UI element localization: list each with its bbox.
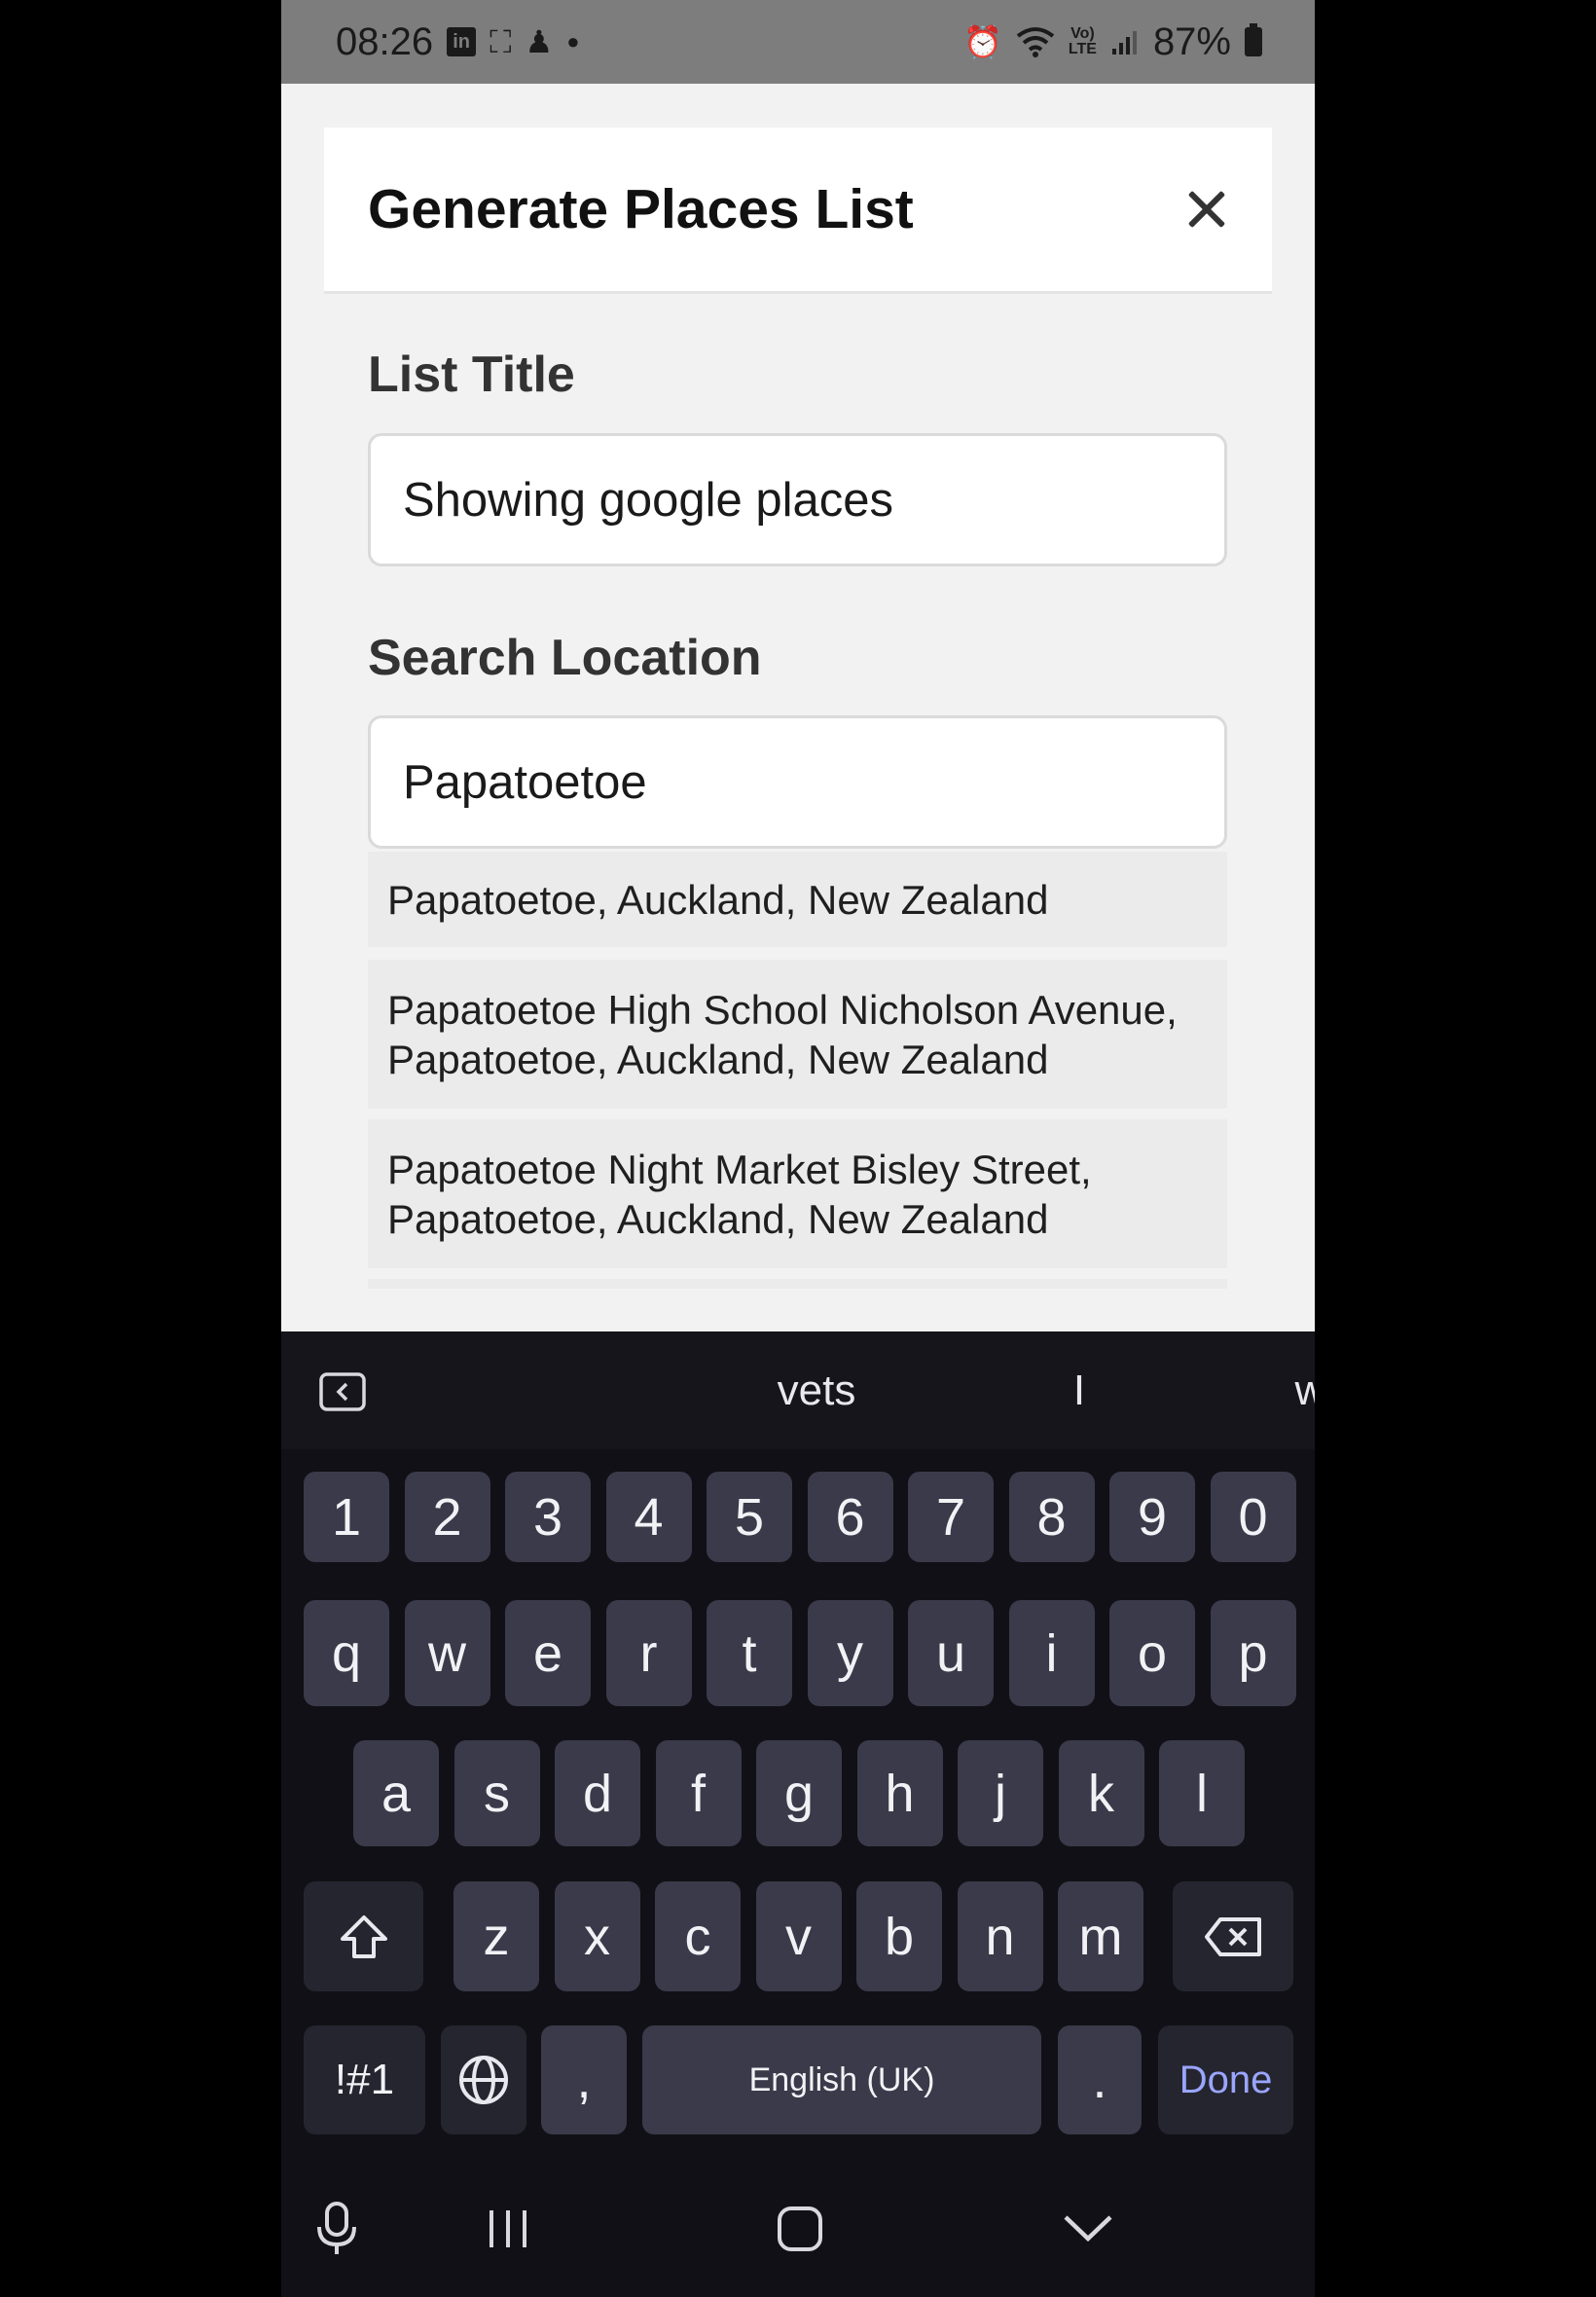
suggestion-line: Papatoetoe High School Nicholson Avenue, bbox=[387, 986, 1178, 1033]
key-p[interactable]: p bbox=[1210, 1600, 1296, 1706]
key-z[interactable]: z bbox=[453, 1881, 539, 1991]
home-button[interactable] bbox=[769, 2180, 831, 2278]
linkedin-icon: in bbox=[447, 27, 477, 56]
keyboard-suggestion-bar: vets I what ··· bbox=[281, 1331, 1315, 1449]
globe-icon bbox=[459, 2056, 508, 2104]
snapchat-icon: ♟ bbox=[525, 24, 554, 59]
hide-keyboard-button[interactable] bbox=[1057, 2180, 1119, 2278]
key-u[interactable]: u bbox=[908, 1600, 994, 1706]
key-7[interactable]: 7 bbox=[908, 1472, 994, 1562]
keyboard: vets I what ··· 1234567890 qwertyuiop asdf… bbox=[281, 1331, 1315, 2297]
key-f[interactable]: f bbox=[655, 1740, 742, 1846]
screenshot-icon: ⛶ bbox=[490, 24, 512, 59]
key-l[interactable]: l bbox=[1159, 1740, 1245, 1846]
language-key[interactable] bbox=[441, 2025, 526, 2134]
key-g[interactable]: g bbox=[756, 1740, 842, 1846]
suggestion-word[interactable]: vets bbox=[705, 1331, 928, 1449]
search-location-input[interactable]: Papatoetoe bbox=[368, 715, 1227, 849]
key-m[interactable]: m bbox=[1058, 1881, 1143, 1991]
volte-icon: Vo) LTE bbox=[1068, 25, 1097, 57]
alarm-icon: ⏰ bbox=[963, 24, 1002, 59]
key-b[interactable]: b bbox=[856, 1881, 942, 1991]
dot-icon: ● bbox=[566, 29, 580, 54]
key-r[interactable]: r bbox=[605, 1600, 692, 1706]
key-s[interactable]: s bbox=[453, 1740, 540, 1846]
signal-icon bbox=[1111, 31, 1137, 55]
location-suggestion[interactable]: Papatoetoe, Auckland, New Zealand bbox=[368, 852, 1227, 947]
key-0[interactable]: 0 bbox=[1210, 1472, 1296, 1562]
suggestion-line: Papatoetoe, Auckland, New Zealand bbox=[387, 1036, 1049, 1082]
done-key[interactable]: Done bbox=[1158, 2025, 1293, 2134]
hide-keyboard-icon bbox=[1064, 2215, 1112, 2242]
key-1[interactable]: 1 bbox=[304, 1472, 389, 1562]
key-n[interactable]: n bbox=[957, 1881, 1043, 1991]
period-key[interactable]: . bbox=[1058, 2025, 1142, 2134]
battery-percent: 87% bbox=[1152, 19, 1231, 63]
key-5[interactable]: 5 bbox=[707, 1472, 792, 1562]
suggestion-text: Papatoetoe Night Market Bisley Street, P… bbox=[387, 1145, 1092, 1244]
location-suggestion[interactable] bbox=[368, 1279, 1227, 1289]
key-2[interactable]: 2 bbox=[404, 1472, 490, 1562]
suggestion-line: Papatoetoe Night Market Bisley Street, bbox=[387, 1146, 1092, 1192]
comma-key[interactable]: , bbox=[541, 2025, 627, 2134]
key-c[interactable]: c bbox=[655, 1881, 741, 1991]
list-title-label: List Title bbox=[368, 346, 575, 403]
key-k[interactable]: k bbox=[1058, 1740, 1144, 1846]
shift-key[interactable] bbox=[304, 1881, 423, 1991]
backspace-key[interactable] bbox=[1173, 1881, 1293, 1991]
key-e[interactable]: e bbox=[505, 1600, 591, 1706]
key-j[interactable]: j bbox=[958, 1740, 1043, 1846]
shift-icon bbox=[340, 1914, 387, 1958]
search-location-label: Search Location bbox=[368, 630, 762, 686]
status-left: 08:26 in ⛶ ♟ ● bbox=[336, 20, 580, 64]
recent-apps-button[interactable] bbox=[477, 2180, 539, 2278]
suggestion-text: Papatoetoe, Auckland, New Zealand bbox=[387, 875, 1048, 925]
key-x[interactable]: x bbox=[554, 1881, 640, 1991]
key-q[interactable]: q bbox=[304, 1600, 389, 1706]
status-right: ⏰ Vo) LTE 87% bbox=[963, 20, 1262, 64]
close-icon[interactable] bbox=[1182, 186, 1229, 233]
key-y[interactable]: y bbox=[807, 1600, 893, 1706]
wifi-icon bbox=[1016, 27, 1055, 57]
home-icon bbox=[778, 2206, 822, 2251]
modal-title: Generate Places List bbox=[368, 178, 914, 240]
list-title-input[interactable]: Showing google places bbox=[368, 433, 1227, 566]
suggestion-line: Papatoetoe, Auckland, New Zealand bbox=[387, 1195, 1049, 1242]
keyboard-toolbar-icon[interactable] bbox=[319, 1372, 366, 1411]
symbols-key[interactable]: !#1 bbox=[304, 2025, 425, 2134]
recent-apps-icon bbox=[490, 2210, 526, 2247]
key-a[interactable]: a bbox=[353, 1740, 439, 1846]
suggestion-word[interactable]: what bbox=[1223, 1331, 1315, 1449]
key-i[interactable]: i bbox=[1008, 1600, 1095, 1706]
modal-header: Generate Places List bbox=[324, 128, 1272, 294]
key-4[interactable]: 4 bbox=[605, 1472, 692, 1562]
status-time: 08:26 bbox=[336, 19, 434, 63]
location-suggestion[interactable]: Papatoetoe Night Market Bisley Street, P… bbox=[368, 1119, 1227, 1268]
key-h[interactable]: h bbox=[856, 1740, 943, 1846]
key-9[interactable]: 9 bbox=[1109, 1472, 1195, 1562]
key-d[interactable]: d bbox=[555, 1740, 640, 1846]
space-key[interactable]: English (UK) bbox=[642, 2025, 1041, 2134]
key-v[interactable]: v bbox=[755, 1881, 842, 1991]
key-o[interactable]: o bbox=[1109, 1600, 1195, 1706]
microphone-icon bbox=[317, 2202, 356, 2254]
key-6[interactable]: 6 bbox=[807, 1472, 893, 1562]
microphone-button[interactable] bbox=[308, 2180, 366, 2278]
backspace-icon bbox=[1205, 1916, 1261, 1956]
key-t[interactable]: t bbox=[707, 1600, 792, 1706]
suggestion-line: Papatoetoe, Auckland, New Zealand bbox=[387, 876, 1049, 923]
suggestion-text: Papatoetoe High School Nicholson Avenue,… bbox=[387, 985, 1178, 1084]
status-bar: 08:26 in ⛶ ♟ ● ⏰ Vo) LTE 87% bbox=[281, 0, 1315, 84]
phone-screen: 08:26 in ⛶ ♟ ● ⏰ Vo) LTE 87% Generate Pl… bbox=[281, 0, 1315, 2297]
location-suggestion[interactable]: Papatoetoe High School Nicholson Avenue,… bbox=[368, 960, 1227, 1109]
battery-icon bbox=[1245, 23, 1262, 56]
suggestion-word[interactable]: I bbox=[962, 1331, 1196, 1449]
key-8[interactable]: 8 bbox=[1008, 1472, 1095, 1562]
key-3[interactable]: 3 bbox=[505, 1472, 591, 1562]
key-w[interactable]: w bbox=[404, 1600, 490, 1706]
